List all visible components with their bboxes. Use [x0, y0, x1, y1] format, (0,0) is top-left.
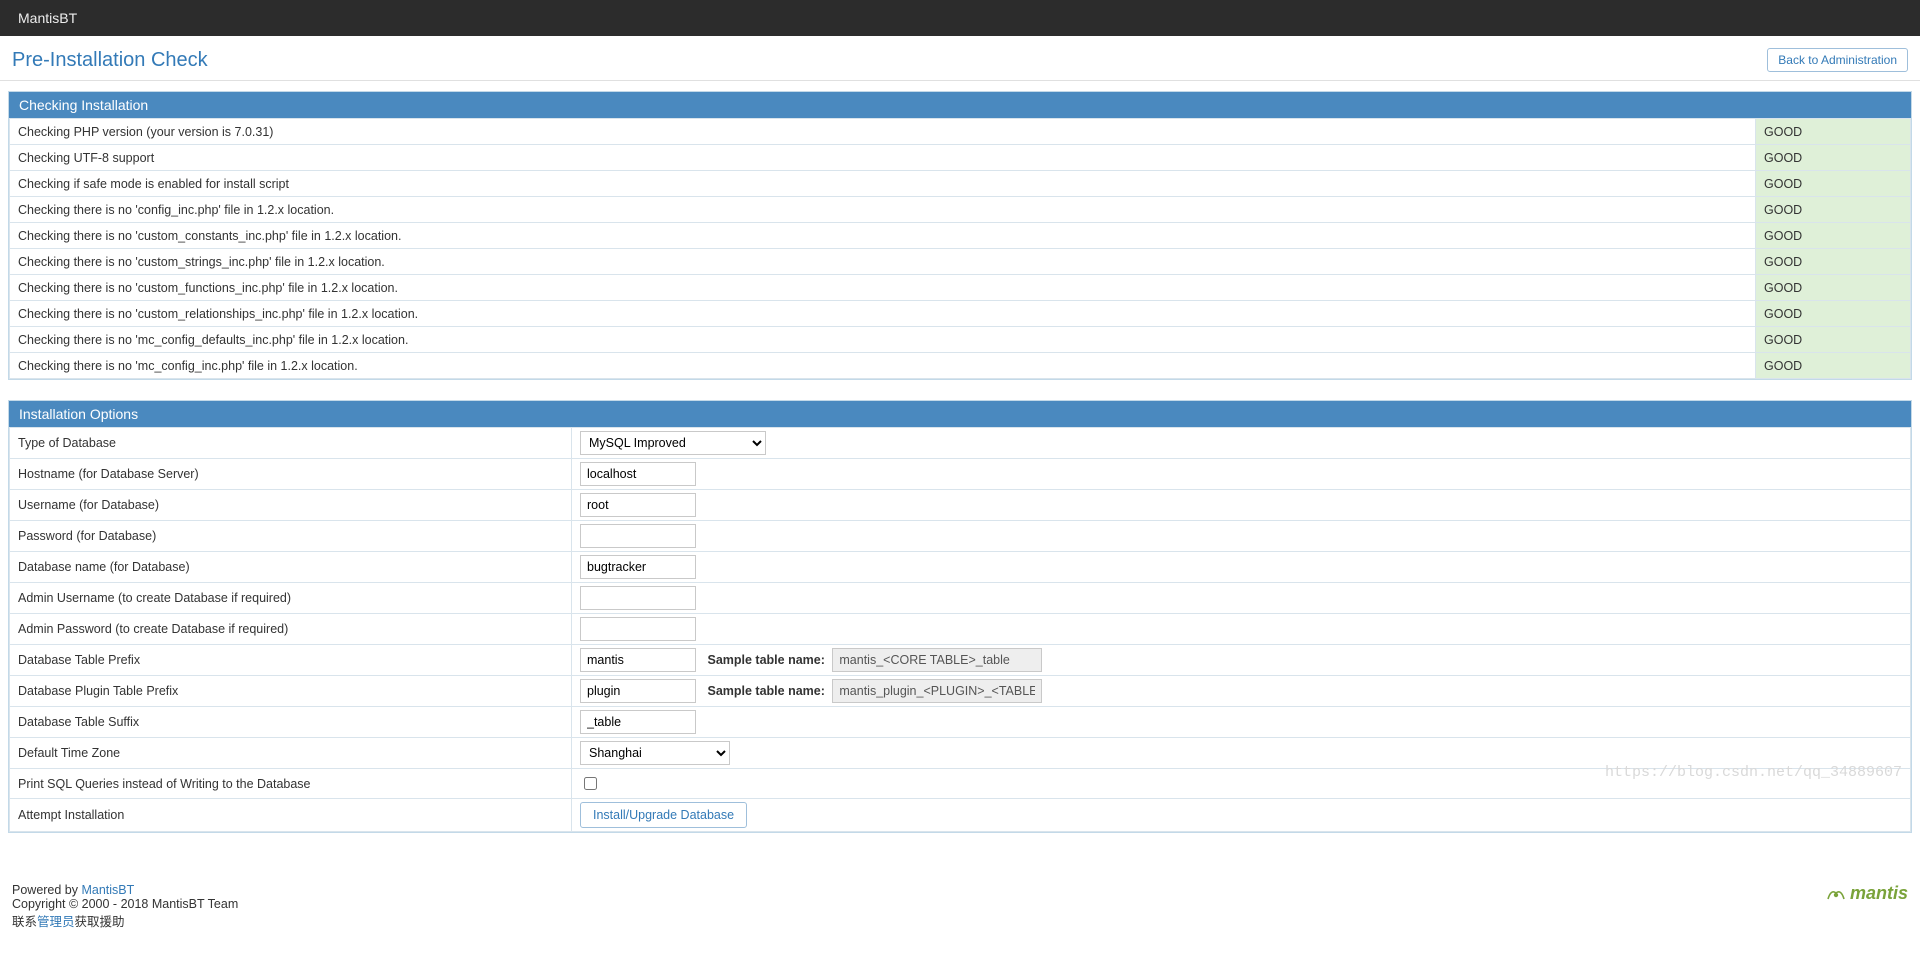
db-type-select[interactable]: MySQL Improved — [580, 431, 766, 455]
navbar-brand[interactable]: MantisBT — [18, 10, 77, 26]
page-title: Pre-Installation Check — [12, 49, 208, 72]
footer-left: Powered by MantisBT Copyright © 2000 - 2… — [12, 883, 238, 930]
row-username: Username (for Database) — [10, 490, 1911, 521]
mantis-logo: mantis — [1825, 883, 1908, 904]
row-db-type: Type of Database MySQL Improved — [10, 428, 1911, 459]
check-label: Checking if safe mode is enabled for ins… — [10, 171, 1756, 197]
plugin-prefix-label: Database Plugin Table Prefix — [10, 676, 572, 707]
contact-link[interactable]: 管理员 — [37, 915, 75, 929]
contact-suffix: 获取援助 — [75, 915, 125, 929]
check-row: Checking there is no 'custom_strings_inc… — [10, 249, 1911, 275]
install-button[interactable]: Install/Upgrade Database — [580, 802, 747, 828]
powered-link[interactable]: MantisBT — [81, 883, 134, 897]
table-suffix-label: Database Table Suffix — [10, 707, 572, 738]
attempt-label: Attempt Installation — [10, 799, 572, 832]
sample-label-1: Sample table name: — [707, 653, 824, 667]
print-sql-label: Print SQL Queries instead of Writing to … — [10, 769, 572, 799]
row-plugin-prefix: Database Plugin Table Prefix Sample tabl… — [10, 676, 1911, 707]
username-input[interactable] — [580, 493, 696, 517]
check-row: Checking there is no 'config_inc.php' fi… — [10, 197, 1911, 223]
timezone-select[interactable]: Shanghai — [580, 741, 730, 765]
check-label: Checking there is no 'custom_constants_i… — [10, 223, 1756, 249]
check-label: Checking UTF-8 support — [10, 145, 1756, 171]
check-status: GOOD — [1756, 353, 1911, 379]
password-label: Password (for Database) — [10, 521, 572, 552]
timezone-label: Default Time Zone — [10, 738, 572, 769]
check-label: Checking PHP version (your version is 7.… — [10, 119, 1756, 145]
check-status: GOOD — [1756, 171, 1911, 197]
admin-pass-input[interactable] — [580, 617, 696, 641]
row-print-sql: Print SQL Queries instead of Writing to … — [10, 769, 1911, 799]
plugin-prefix-input[interactable] — [580, 679, 696, 703]
check-label: Checking there is no 'custom_relationshi… — [10, 301, 1756, 327]
check-status: GOOD — [1756, 275, 1911, 301]
row-table-prefix: Database Table Prefix Sample table name: — [10, 645, 1911, 676]
check-label: Checking there is no 'mc_config_inc.php'… — [10, 353, 1756, 379]
table-suffix-input[interactable] — [580, 710, 696, 734]
sample-value-1 — [832, 648, 1042, 672]
check-status: GOOD — [1756, 327, 1911, 353]
footer: Powered by MantisBT Copyright © 2000 - 2… — [0, 873, 1920, 960]
checking-heading: Checking Installation — [9, 92, 1911, 118]
check-label: Checking there is no 'mc_config_defaults… — [10, 327, 1756, 353]
row-hostname: Hostname (for Database Server) — [10, 459, 1911, 490]
check-row: Checking there is no 'mc_config_inc.php'… — [10, 353, 1911, 379]
check-status: GOOD — [1756, 197, 1911, 223]
check-row: Checking UTF-8 supportGOOD — [10, 145, 1911, 171]
row-dbname: Database name (for Database) — [10, 552, 1911, 583]
row-admin-pass: Admin Password (to create Database if re… — [10, 614, 1911, 645]
contact-prefix: 联系 — [12, 915, 37, 929]
check-row: Checking there is no 'custom_relationshi… — [10, 301, 1911, 327]
admin-pass-label: Admin Password (to create Database if re… — [10, 614, 572, 645]
navbar: MantisBT — [0, 0, 1920, 36]
check-row: Checking there is no 'custom_functions_i… — [10, 275, 1911, 301]
back-to-admin-button[interactable]: Back to Administration — [1767, 48, 1908, 72]
table-prefix-label: Database Table Prefix — [10, 645, 572, 676]
check-status: GOOD — [1756, 119, 1911, 145]
copyright: Copyright © 2000 - 2018 MantisBT Team — [12, 897, 238, 911]
check-row: Checking there is no 'custom_constants_i… — [10, 223, 1911, 249]
db-type-label: Type of Database — [10, 428, 572, 459]
check-row: Checking PHP version (your version is 7.… — [10, 119, 1911, 145]
options-panel: Installation Options Type of Database My… — [8, 400, 1912, 833]
check-status: GOOD — [1756, 249, 1911, 275]
sample-value-2 — [832, 679, 1042, 703]
password-input[interactable] — [580, 524, 696, 548]
check-label: Checking there is no 'custom_strings_inc… — [10, 249, 1756, 275]
hostname-input[interactable] — [580, 462, 696, 486]
admin-user-input[interactable] — [580, 586, 696, 610]
check-label: Checking there is no 'custom_functions_i… — [10, 275, 1756, 301]
hostname-label: Hostname (for Database Server) — [10, 459, 572, 490]
dbname-input[interactable] — [580, 555, 696, 579]
row-admin-user: Admin Username (to create Database if re… — [10, 583, 1911, 614]
sample-label-2: Sample table name: — [707, 684, 824, 698]
check-status: GOOD — [1756, 301, 1911, 327]
checking-table: Checking PHP version (your version is 7.… — [9, 118, 1911, 379]
check-status: GOOD — [1756, 145, 1911, 171]
content: Checking Installation Checking PHP versi… — [0, 81, 1920, 873]
row-attempt: Attempt Installation Install/Upgrade Dat… — [10, 799, 1911, 832]
checking-panel: Checking Installation Checking PHP versi… — [8, 91, 1912, 380]
check-row: Checking if safe mode is enabled for ins… — [10, 171, 1911, 197]
row-timezone: Default Time Zone Shanghai — [10, 738, 1911, 769]
page-header: Pre-Installation Check Back to Administr… — [0, 36, 1920, 81]
row-table-suffix: Database Table Suffix — [10, 707, 1911, 738]
check-row: Checking there is no 'mc_config_defaults… — [10, 327, 1911, 353]
admin-user-label: Admin Username (to create Database if re… — [10, 583, 572, 614]
check-status: GOOD — [1756, 223, 1911, 249]
mantis-icon — [1825, 885, 1847, 903]
powered-prefix: Powered by — [12, 883, 81, 897]
options-table: Type of Database MySQL Improved Hostname… — [9, 427, 1911, 832]
check-label: Checking there is no 'config_inc.php' fi… — [10, 197, 1756, 223]
print-sql-checkbox[interactable] — [584, 777, 597, 790]
dbname-label: Database name (for Database) — [10, 552, 572, 583]
table-prefix-input[interactable] — [580, 648, 696, 672]
row-password: Password (for Database) — [10, 521, 1911, 552]
options-heading: Installation Options — [9, 401, 1911, 427]
username-label: Username (for Database) — [10, 490, 572, 521]
